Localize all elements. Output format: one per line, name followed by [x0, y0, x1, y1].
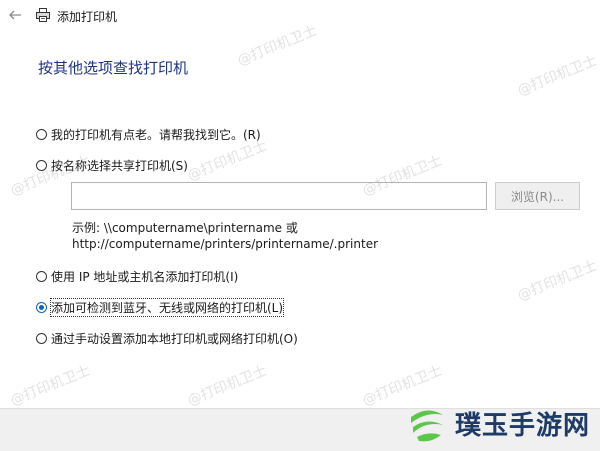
- option-local-or-network-manual[interactable]: 通过手动设置添加本地打印机或网络打印机(O): [36, 330, 298, 347]
- option-label[interactable]: 通过手动设置添加本地打印机或网络打印机(O): [51, 330, 298, 347]
- option-shared-printer-by-name[interactable]: 按名称选择共享打印机(S): [36, 157, 188, 174]
- watermark: @打印机卫士: [8, 362, 93, 410]
- logo-icon: [405, 401, 449, 445]
- option-label[interactable]: 我的打印机有点老。请帮我找到它。(R): [51, 126, 261, 143]
- option-ip-address[interactable]: 使用 IP 地址或主机名添加打印机(I): [36, 268, 238, 285]
- back-arrow-icon: [9, 10, 21, 20]
- title-bar: 添加打印机: [0, 0, 600, 32]
- watermark: @打印机卫士: [185, 362, 270, 410]
- logo-text: 璞玉手游网: [455, 410, 591, 441]
- back-button[interactable]: [6, 6, 24, 24]
- example-text: 示例: \\computername\printername 或 http://…: [72, 220, 378, 252]
- site-logo: 璞玉手游网: [405, 401, 590, 445]
- shared-printer-name-input[interactable]: [71, 182, 487, 210]
- watermark: @打印机卫士: [515, 52, 600, 100]
- option-bluetooth-wireless-network[interactable]: 添加可检测到蓝牙、无线或网络的打印机(L): [36, 298, 285, 317]
- option-label[interactable]: 添加可检测到蓝牙、无线或网络的打印机(L): [49, 298, 285, 317]
- printer-icon: [36, 7, 50, 22]
- example-line-2: http://computername/printers/printername…: [72, 237, 379, 251]
- radio-button[interactable]: [36, 333, 47, 344]
- window-title: 添加打印机: [57, 10, 118, 24]
- page-heading: 按其他选项查找打印机: [38, 59, 189, 77]
- browse-button[interactable]: 浏览(R)...: [495, 182, 580, 210]
- option-older-printer[interactable]: 我的打印机有点老。请帮我找到它。(R): [36, 126, 261, 143]
- radio-button[interactable]: [36, 160, 47, 171]
- option-label[interactable]: 使用 IP 地址或主机名添加打印机(I): [51, 268, 238, 285]
- watermark: @打印机卫士: [515, 257, 600, 305]
- radio-button-selected[interactable]: [36, 302, 47, 313]
- radio-button[interactable]: [36, 271, 47, 282]
- radio-button[interactable]: [36, 129, 47, 140]
- example-line-1: 示例: \\computername\printername 或: [72, 221, 298, 235]
- option-label[interactable]: 按名称选择共享打印机(S): [51, 157, 188, 174]
